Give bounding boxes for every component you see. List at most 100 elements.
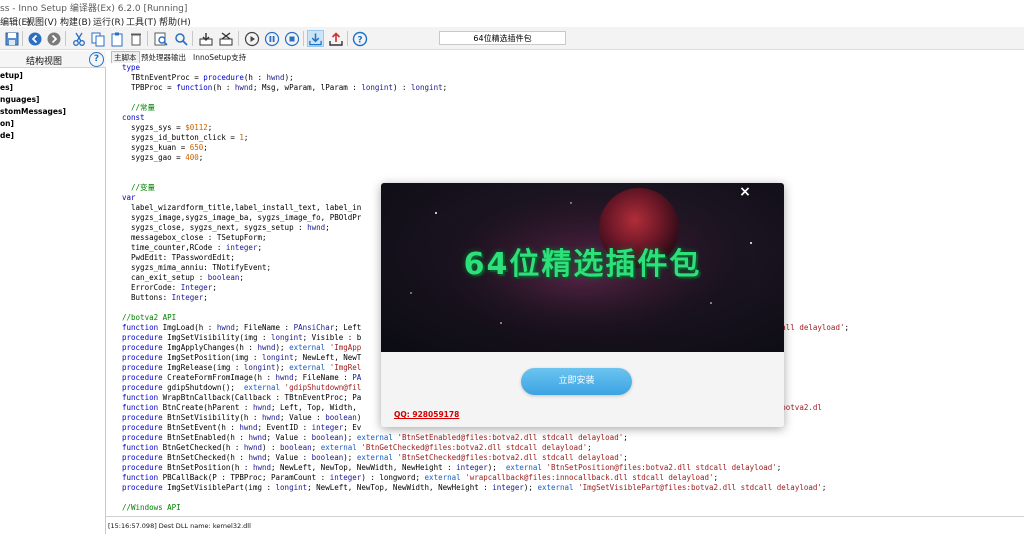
cut-icon[interactable] — [70, 30, 87, 47]
code-line: messagebox_close : TSetupForm; — [122, 233, 267, 243]
code-token: sygzs_image,sygzs_image_ba, sygzs_image_… — [122, 213, 362, 222]
code-token: ; — [623, 453, 628, 462]
code-token: ImgSetPosition(img : — [162, 353, 262, 362]
code-line: procedure ImgApplyChanges(h : hwnd); ext… — [122, 343, 361, 353]
code-token: external — [424, 473, 461, 482]
code-token: function — [122, 323, 159, 332]
code-token: ); — [343, 433, 357, 442]
close-icon[interactable]: × — [738, 185, 752, 199]
tree-item-code[interactable]: de] — [0, 130, 66, 142]
tab-preprocessor-output[interactable]: 预处理器输出 — [141, 52, 186, 63]
code-token: ; — [239, 273, 244, 282]
editor-tabs: 主脚本 预处理器输出 InnoSetup支持 — [106, 51, 1024, 63]
code-line: //botva2 API — [122, 313, 176, 323]
copy-icon[interactable] — [89, 30, 106, 47]
code-token: messagebox_close : TSetupForm; — [122, 233, 267, 242]
tree-item-files[interactable]: es] — [0, 82, 66, 94]
tab-main-script[interactable]: 主脚本 — [111, 51, 140, 63]
code-token: ImgLoad(h : — [158, 323, 217, 332]
pause-icon[interactable] — [263, 30, 280, 47]
panel-help-icon[interactable]: ? — [89, 52, 104, 67]
code-token: procedure — [122, 483, 163, 492]
run-icon[interactable] — [243, 30, 260, 47]
paste-icon[interactable] — [108, 30, 125, 47]
installer-popup: 64位精选插件包 × 立即安装 QQ: 928059178 — [381, 183, 784, 427]
code-token: TPBProc = — [122, 83, 177, 92]
download-icon[interactable] — [307, 30, 324, 47]
code-token: hwnd — [248, 433, 267, 442]
tree-item-custommessages[interactable]: stomMessages] — [0, 106, 66, 118]
code-token: //变量 — [122, 183, 156, 192]
output-log: [15:16:57.098] Dest DLL name: kernel32.d… — [106, 516, 1024, 534]
tree-item-icons[interactable]: on] — [0, 118, 66, 130]
back-icon[interactable] — [26, 30, 43, 47]
code-token: ; EventID : — [257, 423, 312, 432]
code-token: procedure — [203, 73, 244, 82]
toolbar-text-field[interactable]: 64位精选插件包 — [439, 31, 566, 45]
code-token: ; — [207, 123, 213, 132]
code-token: ); — [284, 73, 294, 82]
code-token: 'BtnSetChecked@files:botva2.dll stdcall … — [392, 453, 624, 462]
code-token: ; — [257, 243, 262, 252]
code-token: (h : — [212, 83, 235, 92]
find-next-icon[interactable] — [172, 30, 189, 47]
code-token: BtnCreate(hParent : — [158, 403, 253, 412]
install-now-button[interactable]: 立即安装 — [521, 368, 632, 395]
find-icon[interactable] — [152, 30, 169, 47]
code-token: 'ImgApp — [325, 343, 362, 352]
stop-icon[interactable] — [283, 30, 300, 47]
code-line: procedure BtnSetEvent(h : hwnd; EventID … — [122, 423, 361, 433]
code-line: label_wizardform_title,label_install_tex… — [122, 203, 361, 213]
code-token: ; — [623, 433, 628, 442]
code-token: hwnd — [307, 223, 326, 232]
code-line: procedure BtnSetVisibility(h : hwnd; Val… — [122, 413, 361, 423]
code-token: external — [289, 343, 326, 352]
log-line: [15:16:57.098] Dest DLL name: kernel32.d… — [108, 522, 251, 530]
tree-item-languages[interactable]: nguages] — [0, 94, 66, 106]
code-token: longint — [275, 483, 308, 492]
code-token: ; — [212, 283, 217, 292]
compile-icon[interactable] — [197, 30, 214, 47]
code-token: hwnd — [216, 323, 235, 332]
code-token: Buttons: — [122, 293, 172, 302]
tab-innosetup-support[interactable]: InnoSetup支持 — [193, 52, 246, 63]
code-line: procedure BtnSetChecked(h : hwnd; Value … — [122, 453, 628, 463]
code-token: sygzs_gao = — [122, 153, 186, 162]
code-token: hwnd — [252, 463, 272, 472]
structure-panel: 结构视图 ? etup] es] nguages] stomMessages] … — [0, 51, 106, 534]
code-token: ; — [776, 463, 782, 472]
code-token: ; — [311, 443, 321, 452]
code-token: longint — [271, 333, 303, 342]
help-icon[interactable]: ? — [351, 30, 368, 47]
save-icon[interactable] — [3, 30, 20, 47]
code-line: function PBCallBack(P : TPBProc; ParamCo… — [122, 473, 718, 483]
code-token: procedure — [122, 333, 163, 342]
code-line: sygzs_id_button_click = 1; — [122, 133, 248, 143]
code-token: function — [122, 443, 159, 452]
tree-item-setup[interactable]: etup] — [0, 70, 66, 82]
code-token: ; FileName : — [234, 323, 294, 332]
popup-title: 64位精选插件包 — [463, 247, 702, 282]
code-token: ImgSetVisiblePart(img : — [162, 483, 276, 492]
forward-icon[interactable] — [45, 30, 62, 47]
code-token: type — [122, 63, 141, 72]
code-token: ImgApplyChanges(h : — [162, 343, 258, 352]
stop-compile-icon[interactable] — [217, 30, 234, 47]
code-token: hwnd — [252, 403, 272, 412]
code-token: external — [243, 383, 281, 392]
code-token: procedure — [122, 353, 163, 362]
code-token: procedure — [122, 383, 163, 392]
code-token: hwnd — [243, 443, 262, 452]
code-token: hwnd — [234, 83, 253, 92]
code-token: ; Ev — [343, 423, 362, 432]
code-token: ; Value : — [280, 413, 326, 422]
upload-icon[interactable] — [327, 30, 344, 47]
code-token: boolean — [280, 443, 312, 452]
qq-contact-link[interactable]: QQ: 928059178 — [394, 410, 459, 419]
code-token: var — [122, 193, 136, 202]
code-token: longint — [261, 353, 294, 362]
code-token: ) : — [392, 83, 411, 92]
delete-icon[interactable] — [127, 30, 144, 47]
code-line: //常量 — [122, 103, 155, 113]
code-token: hwnd — [261, 413, 281, 422]
